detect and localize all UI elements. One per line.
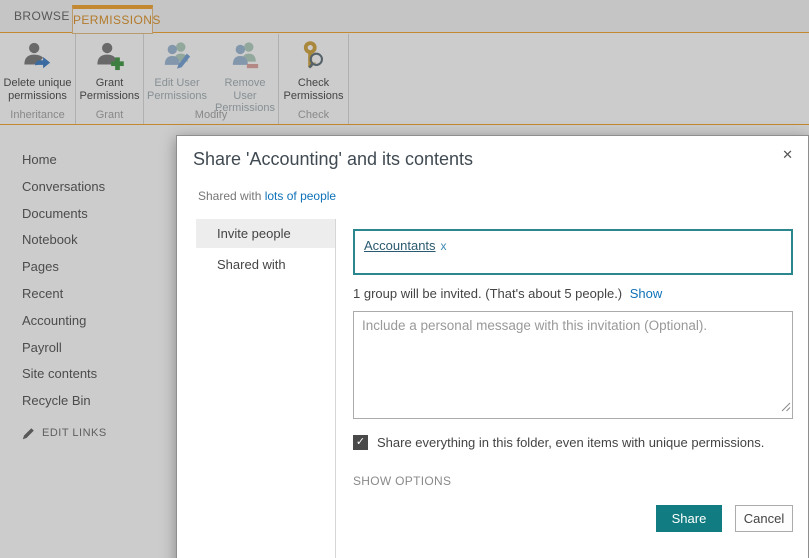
resize-handle-icon[interactable] [781, 399, 791, 417]
shared-with-link[interactable]: lots of people [265, 189, 336, 203]
people-picker-input[interactable]: Accountants x [353, 229, 793, 275]
dialog-buttons: Share Cancel [353, 505, 793, 532]
shared-with-prefix: Shared with [198, 189, 262, 203]
picker-chip-accountants[interactable]: Accountants [364, 238, 436, 253]
share-button[interactable]: Share [656, 505, 722, 532]
show-options-toggle[interactable]: SHOW OPTIONS [353, 474, 793, 488]
tab-invite-people[interactable]: Invite people [196, 219, 335, 248]
invite-summary: 1 group will be invited. (That's about 5… [353, 286, 793, 301]
dialog-vertical-divider [335, 219, 336, 558]
close-icon[interactable]: ✕ [782, 147, 793, 163]
share-everything-row: ✓ Share everything in this folder, even … [353, 435, 793, 450]
dialog-tabs: Invite people Shared with [196, 219, 335, 279]
share-everything-checkbox[interactable]: ✓ [353, 435, 368, 450]
show-link[interactable]: Show [630, 286, 663, 301]
share-dialog: Share 'Accounting' and its contents ✕ Sh… [176, 135, 809, 558]
chip-remove-icon[interactable]: x [441, 239, 447, 253]
dialog-title: Share 'Accounting' and its contents [193, 149, 474, 169]
tab-shared-with[interactable]: Shared with [196, 250, 335, 279]
shared-with-line: Shared with lots of people [198, 189, 336, 203]
dialog-content: Accountants x 1 group will be invited. (T… [353, 219, 793, 532]
personal-message-input[interactable] [353, 311, 793, 419]
invite-summary-text: 1 group will be invited. (That's about 5… [353, 286, 623, 301]
share-everything-label: Share everything in this folder, even it… [377, 435, 765, 450]
cancel-button[interactable]: Cancel [735, 505, 793, 532]
